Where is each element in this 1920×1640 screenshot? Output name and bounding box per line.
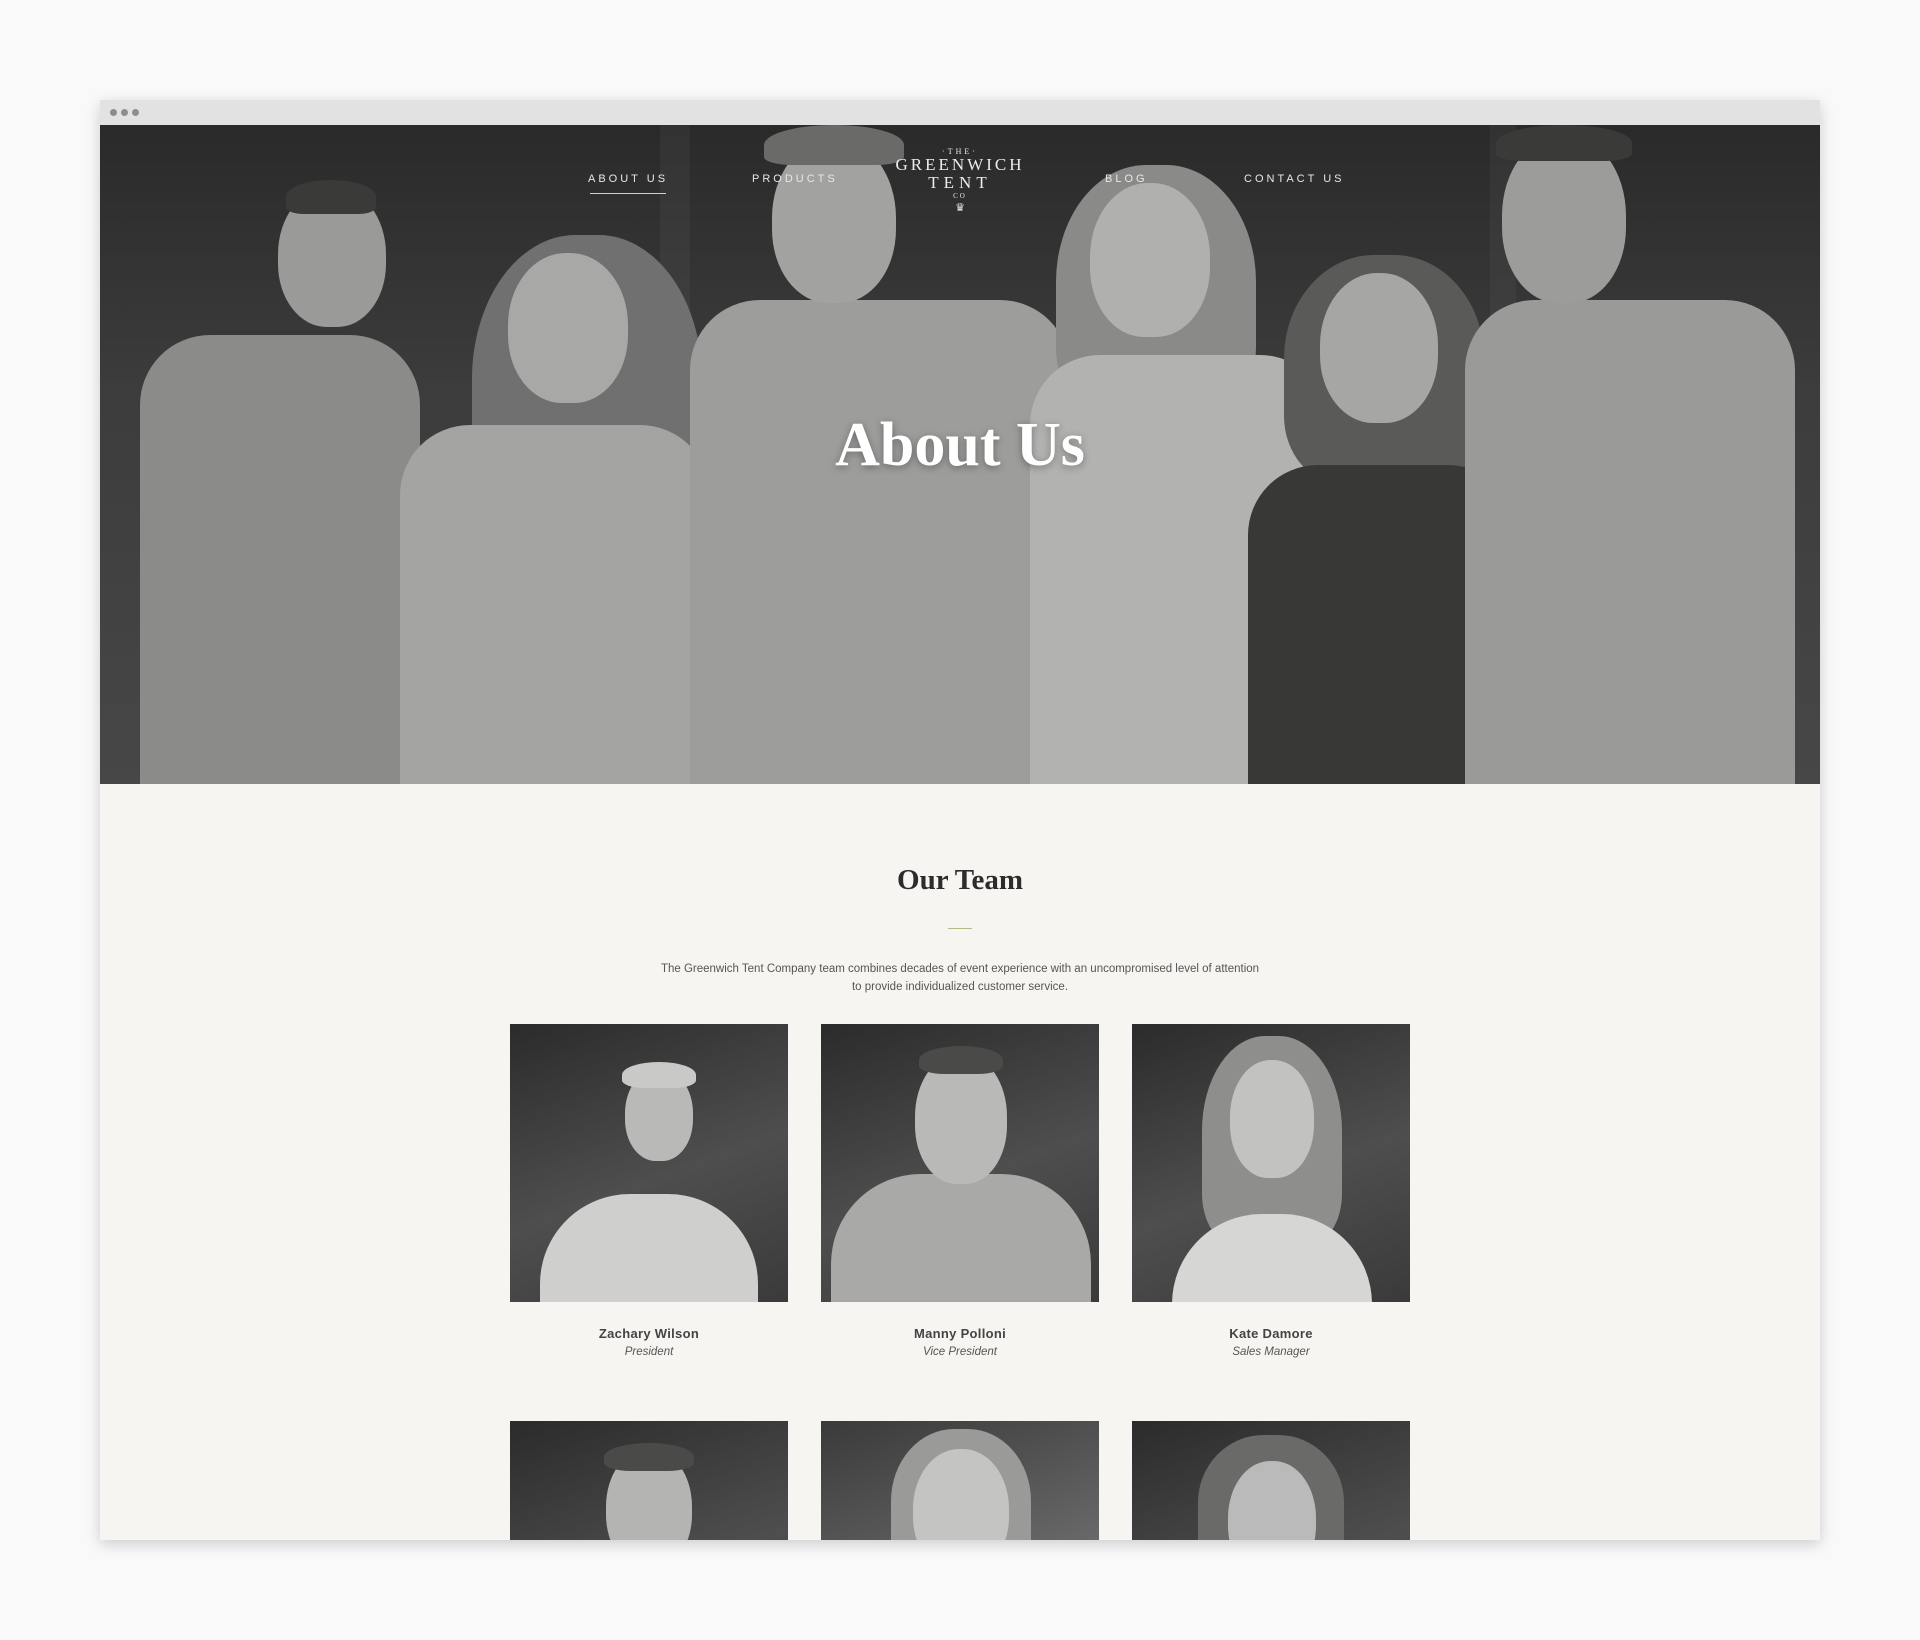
team-card[interactable]: Zachary Wilson President bbox=[510, 1024, 788, 1358]
site-logo[interactable]: ·THE· GREENWICH TENT CO ♛ bbox=[884, 147, 1036, 214]
nav-about-us[interactable]: ABOUT US bbox=[588, 173, 668, 194]
close-dot-icon[interactable] bbox=[110, 109, 117, 116]
minimize-dot-icon[interactable] bbox=[121, 109, 128, 116]
nav-products[interactable]: PRODUCTS bbox=[752, 173, 838, 185]
member-name: Kate Damore bbox=[1229, 1326, 1313, 1341]
member-name: Zachary Wilson bbox=[598, 1326, 700, 1341]
crown-icon: ♛ bbox=[955, 202, 965, 214]
team-photo-6 bbox=[1132, 1421, 1410, 1540]
window-controls bbox=[110, 109, 139, 116]
team-card[interactable] bbox=[510, 1421, 788, 1540]
team-card[interactable] bbox=[821, 1421, 1099, 1540]
nav-blog[interactable]: BLOG bbox=[1105, 173, 1148, 185]
logo-line-1: GREENWICH bbox=[895, 155, 1025, 174]
member-role: President bbox=[624, 1346, 674, 1358]
heading-divider bbox=[948, 928, 972, 929]
team-heading: Our Team bbox=[897, 864, 1023, 896]
team-photo-5 bbox=[821, 1421, 1099, 1540]
browser-chrome bbox=[100, 100, 1820, 125]
logo-line-2: TENT bbox=[928, 173, 992, 192]
team-photo-manny bbox=[821, 1024, 1099, 1302]
browser-window: ABOUT US PRODUCTS BLOG CONTACT US ·THE· … bbox=[100, 100, 1820, 1540]
member-role: Vice President bbox=[923, 1346, 997, 1358]
team-photo-zachary bbox=[510, 1024, 788, 1302]
logo-co: CO bbox=[953, 192, 967, 200]
team-card[interactable]: Manny Polloni Vice President bbox=[821, 1024, 1099, 1358]
hero-banner: ABOUT US PRODUCTS BLOG CONTACT US ·THE· … bbox=[100, 125, 1820, 784]
team-card[interactable]: Kate Damore Sales Manager bbox=[1132, 1024, 1410, 1358]
maximize-dot-icon[interactable] bbox=[132, 109, 139, 116]
member-name: Manny Polloni bbox=[913, 1326, 1006, 1341]
team-photo-kate bbox=[1132, 1024, 1410, 1302]
page-title: About Us bbox=[835, 411, 1085, 479]
team-photo-4 bbox=[510, 1421, 788, 1540]
team-card[interactable] bbox=[1132, 1421, 1410, 1540]
team-description: The Greenwich Tent Company team combines… bbox=[660, 963, 1260, 993]
nav-contact-us[interactable]: CONTACT US bbox=[1244, 173, 1345, 185]
member-role: Sales Manager bbox=[1232, 1346, 1310, 1358]
